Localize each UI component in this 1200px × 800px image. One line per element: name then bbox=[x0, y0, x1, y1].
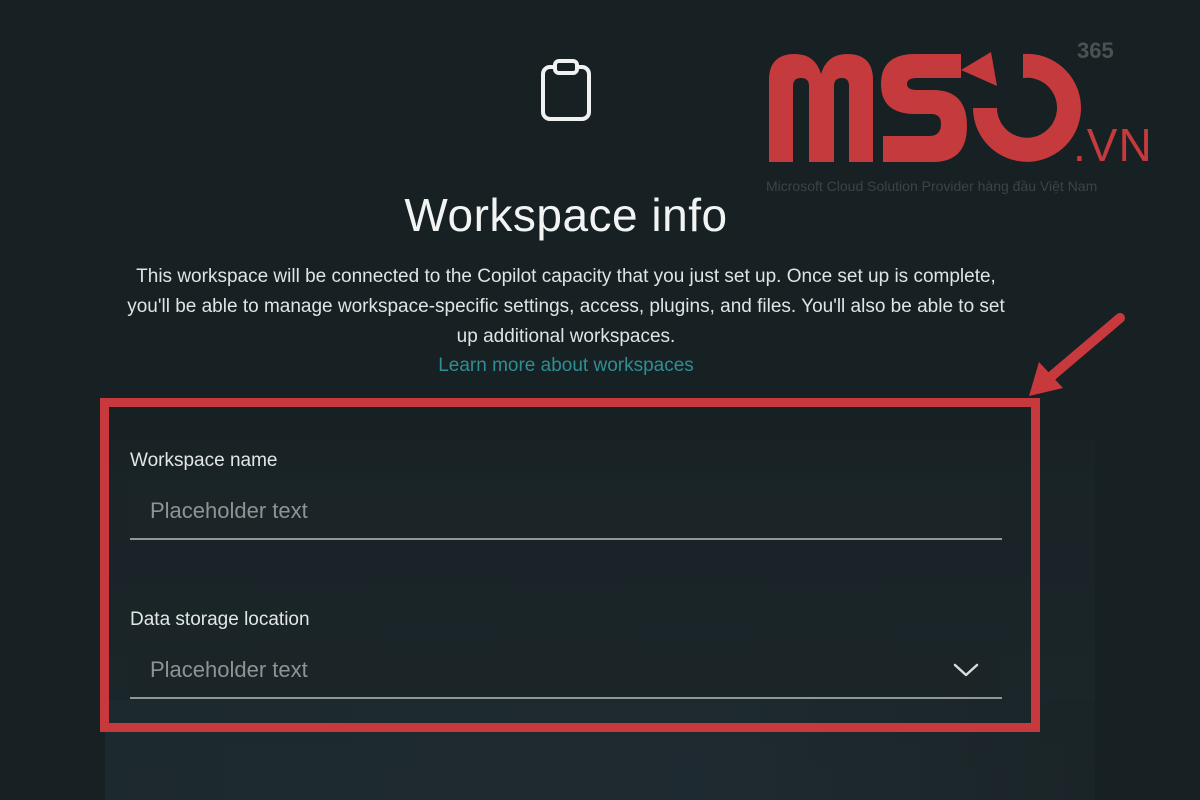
clipboard-icon bbox=[541, 59, 591, 121]
logo-vn-text: .VN bbox=[1073, 119, 1153, 171]
logo-tagline: Microsoft Cloud Solution Provider hàng đ… bbox=[766, 178, 1098, 194]
annotation-arrow-icon bbox=[1029, 313, 1125, 396]
page-title: Workspace info bbox=[404, 189, 728, 241]
highlight-box bbox=[100, 398, 1040, 732]
logo-365-text: 365 bbox=[1077, 38, 1114, 63]
page-description: This workspace will be connected to the … bbox=[127, 266, 1005, 347]
learn-more-link[interactable]: Learn more about workspaces bbox=[0, 355, 1132, 377]
